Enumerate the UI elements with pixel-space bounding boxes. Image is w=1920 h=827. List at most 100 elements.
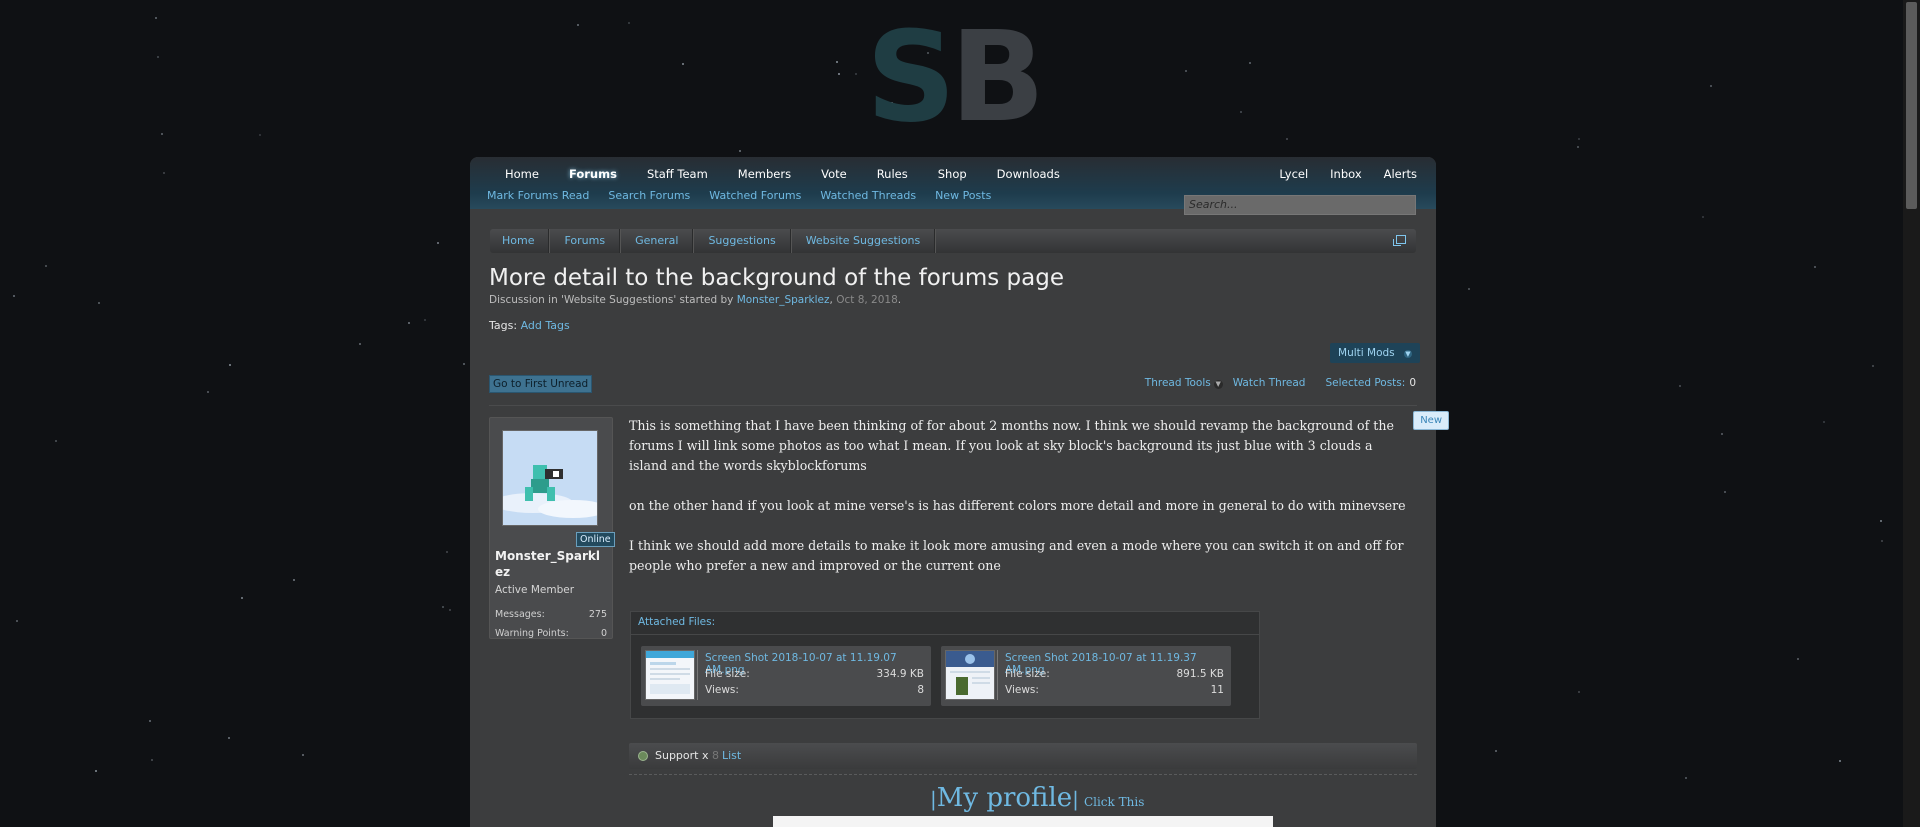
- my-profile-link[interactable]: My profile: [937, 783, 1072, 813]
- star-dot: [463, 363, 465, 365]
- star-dot: [1721, 433, 1723, 435]
- star-dot: [151, 759, 153, 761]
- nav-tab-vote[interactable]: Vote: [806, 162, 862, 186]
- breadcrumb-forums[interactable]: Forums: [550, 229, 619, 253]
- breadcrumb-separator: [934, 229, 937, 253]
- breadcrumb-general[interactable]: General: [621, 229, 692, 253]
- go-to-first-unread-button[interactable]: Go to First Unread: [489, 375, 593, 393]
- online-badge: Online: [576, 532, 615, 547]
- star-dot: [1724, 491, 1726, 493]
- signature-divider: [629, 774, 1417, 775]
- post-paragraph: This is something that I have been think…: [629, 418, 1394, 473]
- warning-points-count: 0: [600, 628, 607, 639]
- thread-controls: Thread Tools ▼ Watch Thread Selected Post…: [1125, 377, 1416, 389]
- star-dot: [424, 319, 426, 321]
- page-scrollbar[interactable]: [1903, 0, 1920, 827]
- meta-period: .: [897, 294, 902, 306]
- star-dot: [1823, 421, 1825, 423]
- divider: [697, 650, 698, 700]
- star-dot: [577, 24, 579, 26]
- new-posts-link[interactable]: New Posts: [935, 189, 991, 202]
- post-content: This is something that I have been think…: [629, 416, 1409, 596]
- selected-posts[interactable]: Selected Posts: 0: [1315, 377, 1416, 389]
- breadcrumb-website-suggestions[interactable]: Website Suggestions: [792, 229, 935, 253]
- tags-label: Tags:: [489, 319, 518, 332]
- nav-tab-forums[interactable]: Forums: [554, 162, 632, 186]
- username-link[interactable]: Monster_Sparklez: [495, 548, 605, 580]
- scrollbar-thumb[interactable]: [1906, 2, 1917, 209]
- signature: |My profile| Click This: [930, 783, 1144, 813]
- thread-author-link[interactable]: Monster_Sparklez: [737, 294, 830, 306]
- jump-menu-icon[interactable]: [1393, 235, 1406, 246]
- file-size-label: File size:: [1005, 668, 1050, 680]
- star-dot: [161, 133, 163, 135]
- star-dot: [1468, 288, 1470, 290]
- attached-files-label: Attached Files:: [638, 616, 716, 628]
- star-dot: [446, 551, 448, 553]
- nav-tab-shop[interactable]: Shop: [923, 162, 982, 186]
- reaction-count: 8: [712, 749, 719, 762]
- attachment-item: Screen Shot 2018-10-07 at 11.19.07 AM.pn…: [641, 646, 931, 706]
- nav-tab-rules[interactable]: Rules: [862, 162, 923, 186]
- mark-forums-read-link[interactable]: Mark Forums Read: [487, 189, 589, 202]
- thread-tools-menu[interactable]: Thread Tools ▼: [1135, 377, 1223, 389]
- views-row: Views: 11: [1005, 684, 1224, 696]
- messages-count[interactable]: 275: [589, 609, 607, 620]
- attachment-thumbnail[interactable]: [945, 650, 995, 700]
- star-dot: [13, 295, 15, 297]
- watched-threads-link[interactable]: Watched Threads: [820, 189, 916, 202]
- star-dot: [241, 597, 243, 599]
- nav-tab-home[interactable]: Home: [490, 162, 554, 186]
- breadcrumb-suggestions[interactable]: Suggestions: [694, 229, 789, 253]
- star-dot: [155, 17, 157, 19]
- star-dot: [437, 242, 439, 244]
- thread-meta: Discussion in 'Website Suggestions' star…: [489, 294, 901, 306]
- nav-tab-downloads[interactable]: Downloads: [982, 162, 1075, 186]
- star-dot: [55, 440, 57, 442]
- star-dot: [1249, 62, 1251, 64]
- alerts-link[interactable]: Alerts: [1373, 162, 1428, 186]
- nav-tab-members[interactable]: Members: [723, 162, 806, 186]
- account-username[interactable]: Lycel: [1268, 162, 1319, 186]
- star-dot: [149, 720, 151, 722]
- sub-nav: Mark Forums Read Search Forums Watched F…: [487, 189, 1010, 202]
- inbox-link[interactable]: Inbox: [1319, 162, 1372, 186]
- click-this-link[interactable]: Click This: [1084, 795, 1144, 809]
- site-logo[interactable]: SB: [866, 15, 1045, 140]
- signature-image: [773, 816, 1273, 827]
- search-input[interactable]: Search...: [1184, 195, 1416, 215]
- chevron-down-icon: ▼: [1404, 350, 1412, 358]
- star-dot: [163, 172, 165, 174]
- reaction-list-link[interactable]: List: [722, 749, 741, 762]
- star-dot: [1495, 750, 1497, 752]
- thread-date[interactable]: Oct 8, 2018: [836, 294, 898, 306]
- forum-container: Home Forums Staff Team Members Vote Rule…: [470, 157, 1449, 827]
- attachment-thumbnail[interactable]: [645, 650, 695, 700]
- star-dot: [1702, 216, 1704, 218]
- star-dot: [1578, 691, 1580, 693]
- search-forums-link[interactable]: Search Forums: [608, 189, 690, 202]
- star-dot: [16, 620, 18, 622]
- star-dot: [98, 302, 100, 304]
- watched-forums-link[interactable]: Watched Forums: [709, 189, 801, 202]
- star-dot: [1872, 365, 1874, 367]
- views-value: 8: [917, 684, 924, 696]
- star-dot: [95, 770, 97, 772]
- meta-prefix: Discussion in 'Website Suggestions' star…: [489, 294, 737, 306]
- views-label: Views:: [1005, 684, 1039, 696]
- reaction-summary: Support x 8: [655, 749, 719, 762]
- post-paragraph: on the other hand if you look at mine ve…: [629, 498, 1406, 513]
- nav-tab-staff-team[interactable]: Staff Team: [632, 162, 723, 186]
- multi-mods-button[interactable]: Multi Mods ▼: [1330, 343, 1420, 363]
- watch-thread-link[interactable]: Watch Thread: [1233, 377, 1306, 389]
- add-tags-link[interactable]: Add Tags: [521, 319, 570, 332]
- star-dot: [1185, 70, 1187, 72]
- avatar[interactable]: [502, 430, 598, 526]
- thread-title: More detail to the background of the for…: [489, 265, 1064, 291]
- star-dot: [628, 22, 630, 24]
- chevron-down-icon: ▼: [1213, 380, 1223, 389]
- breadcrumb-home[interactable]: Home: [490, 229, 548, 253]
- support-reaction-icon: [638, 751, 648, 761]
- star-dot: [1881, 540, 1883, 542]
- star-dot: [408, 322, 410, 324]
